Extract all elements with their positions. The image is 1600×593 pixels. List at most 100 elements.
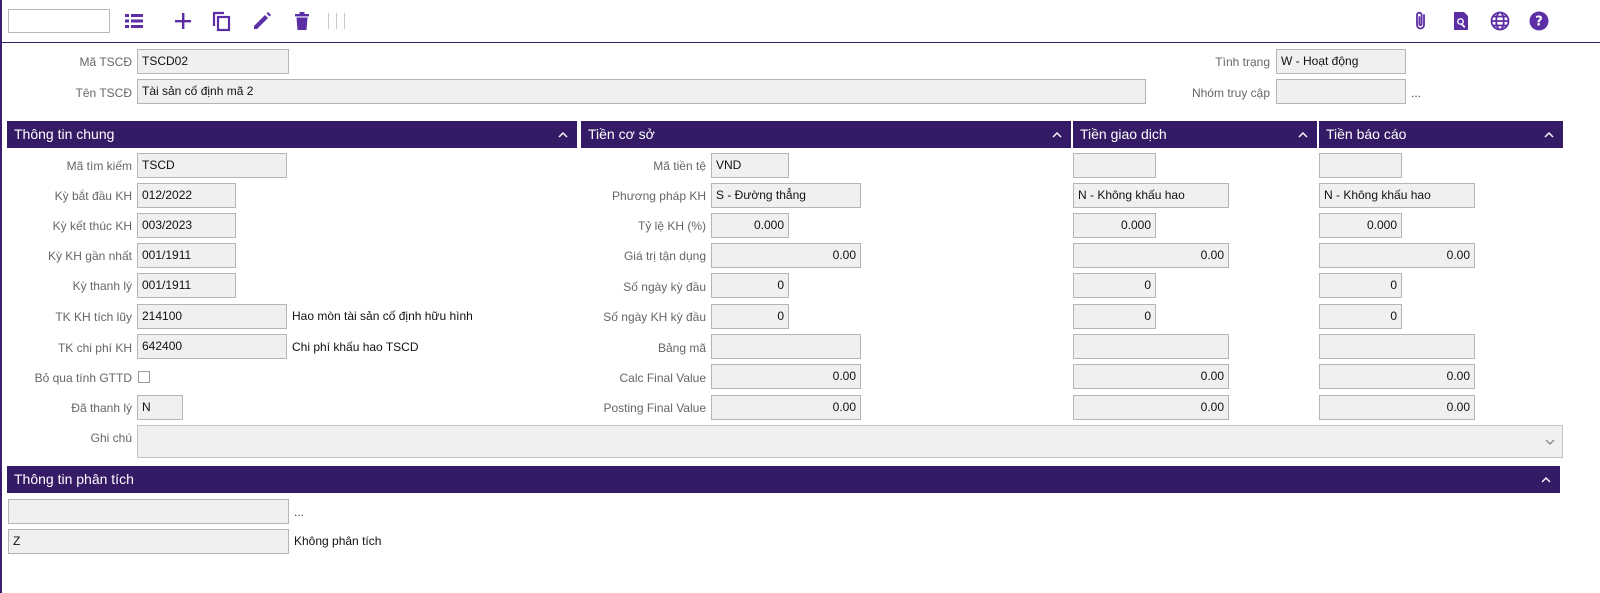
- section-report-currency-header[interactable]: Tiền báo cáo: [1319, 121, 1563, 148]
- pencil-icon[interactable]: [251, 10, 273, 32]
- toolbar-separator: [328, 13, 329, 29]
- expense-account-desc: Chi phí khấu hao TSCD: [292, 340, 419, 354]
- section-base-currency-title: Tiền cơ sở: [588, 126, 655, 142]
- base-salvage-label: Giá trị tận dụng: [623, 249, 706, 263]
- base-method-field[interactable]: S - Đường thẳng: [711, 183, 861, 208]
- svg-text:?: ?: [1535, 15, 1543, 30]
- accum-account-desc: Hao mòn tài sản cố định hữu hình: [292, 309, 473, 323]
- base-posting-final-field[interactable]: 0.00: [711, 395, 861, 420]
- section-analysis-title: Thông tin phân tích: [14, 471, 134, 487]
- asset-name-field[interactable]: Tài sản cố định mã 2: [137, 79, 1146, 104]
- analysis-field-1-lookup[interactable]: ...: [294, 505, 304, 519]
- section-analysis-header[interactable]: Thông tin phân tích: [7, 466, 1560, 493]
- skip-residual-checkbox[interactable]: [138, 371, 150, 383]
- expense-account-label: TK chi phí KH: [57, 341, 132, 355]
- toolbar-search-input[interactable]: [8, 9, 110, 33]
- chevron-up-icon[interactable]: [557, 121, 569, 141]
- base-first-dep-days-label: Số ngày KH kỳ đầu: [603, 310, 706, 324]
- expense-account-field[interactable]: 642400: [137, 334, 287, 359]
- toolbar-separator: [344, 13, 345, 29]
- window-frame-left: [0, 0, 2, 593]
- liquidation-period-field[interactable]: 001/1911: [137, 273, 236, 298]
- access-group-field[interactable]: [1276, 79, 1406, 104]
- base-calc-final-label: Calc Final Value: [619, 371, 706, 385]
- base-first-dep-days-field[interactable]: 0: [711, 304, 789, 329]
- rpt-calc-final-field[interactable]: 0.00: [1319, 364, 1475, 389]
- last-period-label: Kỳ KH gần nhất: [47, 249, 132, 263]
- paperclip-icon[interactable]: [1410, 10, 1432, 32]
- toolbar: ?: [2, 0, 1600, 43]
- txn-first-dep-days-field[interactable]: 0: [1073, 304, 1156, 329]
- rpt-first-dep-days-field[interactable]: 0: [1319, 304, 1402, 329]
- rpt-table-code-field[interactable]: [1319, 334, 1475, 359]
- base-posting-final-label: Posting Final Value: [603, 401, 706, 415]
- chevron-up-icon[interactable]: [1540, 466, 1552, 486]
- access-group-label: Nhóm truy cập: [1191, 86, 1270, 100]
- copy-icon[interactable]: [210, 10, 232, 32]
- search-code-field[interactable]: TSCD: [137, 153, 287, 178]
- section-report-currency-title: Tiền báo cáo: [1326, 126, 1407, 142]
- base-currency-label: Mã tiền tệ: [653, 159, 706, 173]
- base-first-days-label: Số ngày kỳ đầu: [623, 280, 706, 294]
- plus-icon[interactable]: [172, 10, 194, 32]
- txn-calc-final-field[interactable]: 0.00: [1073, 364, 1229, 389]
- asset-name-label: Tên TSCĐ: [75, 86, 132, 100]
- notes-label: Ghi chú: [90, 431, 132, 445]
- rpt-posting-final-field[interactable]: 0.00: [1319, 395, 1475, 420]
- chevron-up-icon[interactable]: [1297, 121, 1309, 141]
- base-first-days-field[interactable]: 0: [711, 273, 789, 298]
- status-label: Tình trạng: [1215, 55, 1270, 69]
- analysis-field-2[interactable]: Z: [8, 529, 289, 554]
- toolbar-separator: [336, 13, 337, 29]
- rpt-currency-field[interactable]: [1319, 153, 1402, 178]
- base-salvage-field[interactable]: 0.00: [711, 243, 861, 268]
- list-icon[interactable]: [123, 10, 145, 32]
- txn-rate-field[interactable]: 0.000: [1073, 213, 1156, 238]
- liquidation-period-label: Kỳ thanh lý: [72, 279, 132, 293]
- base-method-label: Phương pháp KH: [612, 189, 706, 203]
- search-document-icon[interactable]: [1450, 10, 1472, 32]
- base-rate-field[interactable]: 0.000: [711, 213, 789, 238]
- liquidated-field[interactable]: N: [137, 395, 183, 420]
- section-transaction-currency-title: Tiền giao dịch: [1080, 126, 1167, 142]
- chevron-up-icon[interactable]: [1543, 121, 1555, 141]
- end-period-field[interactable]: 003/2023: [137, 213, 236, 238]
- skip-residual-label: Bỏ qua tính GTTD: [34, 371, 132, 385]
- rpt-method-field[interactable]: N - Không khấu hao: [1319, 183, 1475, 208]
- txn-table-code-field[interactable]: [1073, 334, 1229, 359]
- chevron-down-icon[interactable]: [1544, 436, 1556, 448]
- section-general-header[interactable]: Thông tin chung: [7, 121, 577, 148]
- txn-posting-final-field[interactable]: 0.00: [1073, 395, 1229, 420]
- search-code-label: Mã tìm kiếm: [66, 159, 132, 173]
- status-field[interactable]: W - Hoạt động: [1276, 49, 1406, 74]
- analysis-field-1[interactable]: [8, 499, 289, 524]
- start-period-label: Kỳ bắt đầu KH: [54, 189, 132, 203]
- section-base-currency-header[interactable]: Tiền cơ sở: [581, 121, 1071, 148]
- base-calc-final-field[interactable]: 0.00: [711, 364, 861, 389]
- txn-first-days-field[interactable]: 0: [1073, 273, 1156, 298]
- base-table-code-label: Bảng mã: [657, 341, 706, 355]
- rpt-rate-field[interactable]: 0.000: [1319, 213, 1402, 238]
- section-transaction-currency-header[interactable]: Tiền giao dịch: [1073, 121, 1317, 148]
- trash-icon[interactable]: [291, 10, 313, 32]
- base-currency-field[interactable]: VND: [711, 153, 789, 178]
- start-period-field[interactable]: 012/2022: [137, 183, 236, 208]
- help-icon[interactable]: ?: [1528, 10, 1550, 32]
- liquidated-label: Đã thanh lý: [71, 401, 132, 415]
- access-group-lookup[interactable]: ...: [1411, 86, 1421, 100]
- section-general-title: Thông tin chung: [14, 126, 115, 142]
- notes-textarea[interactable]: [137, 425, 1563, 458]
- base-rate-label: Tỷ lệ KH (%): [637, 219, 706, 233]
- globe-icon[interactable]: [1489, 10, 1511, 32]
- txn-salvage-field[interactable]: 0.00: [1073, 243, 1229, 268]
- chevron-up-icon[interactable]: [1051, 121, 1063, 141]
- base-table-code-field[interactable]: [711, 334, 861, 359]
- accum-account-field[interactable]: 214100: [137, 304, 287, 329]
- txn-currency-field[interactable]: [1073, 153, 1156, 178]
- txn-method-field[interactable]: N - Không khấu hao: [1073, 183, 1229, 208]
- analysis-field-2-desc: Không phân tích: [294, 534, 382, 548]
- rpt-salvage-field[interactable]: 0.00: [1319, 243, 1475, 268]
- rpt-first-days-field[interactable]: 0: [1319, 273, 1402, 298]
- last-period-field[interactable]: 001/1911: [137, 243, 236, 268]
- asset-code-field[interactable]: TSCD02: [137, 49, 289, 74]
